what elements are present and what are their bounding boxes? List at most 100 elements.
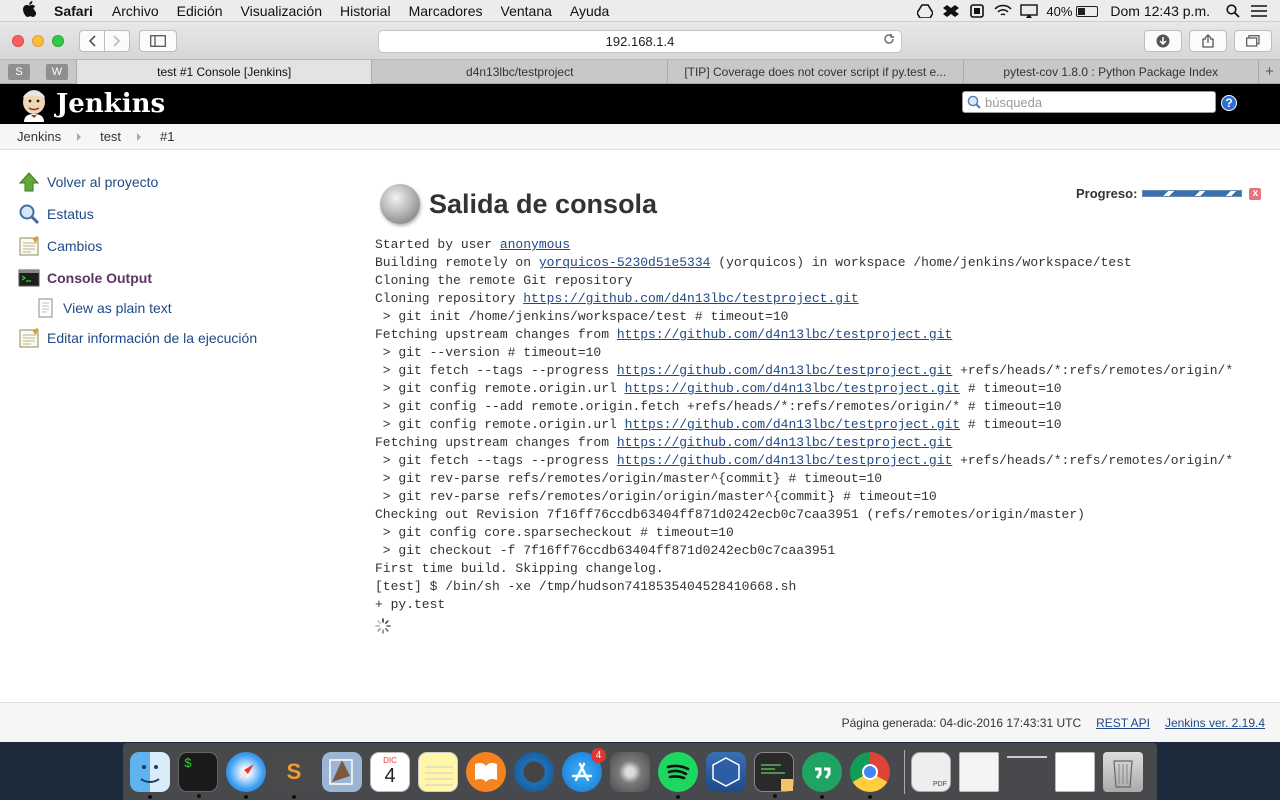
console-app-icon[interactable] xyxy=(754,751,794,798)
menu-marcadores[interactable]: Marcadores xyxy=(409,3,483,19)
sidebar-item-label[interactable]: Volver al proyecto xyxy=(47,174,158,190)
share-button[interactable] xyxy=(1189,30,1227,52)
repo-link[interactable]: https://github.com/d4n13lbc/testproject.… xyxy=(617,363,952,378)
menubar-clock[interactable]: Dom 12:43 p.m. xyxy=(1110,3,1210,19)
address-bar[interactable]: 192.168.1.4 xyxy=(378,30,902,53)
sublime-text-icon[interactable]: S xyxy=(274,751,314,799)
minimize-window-button[interactable] xyxy=(32,35,44,47)
jenkins-version-link[interactable]: Jenkins ver. 2.19.4 xyxy=(1165,716,1265,730)
sidebar-item-label[interactable]: Editar información de la ejecución xyxy=(47,330,257,346)
ibooks-icon[interactable] xyxy=(466,751,506,792)
close-window-button[interactable] xyxy=(12,35,24,47)
hangouts-icon[interactable] xyxy=(802,751,842,799)
menu-archivo[interactable]: Archivo xyxy=(112,3,159,19)
apple-menu-icon[interactable] xyxy=(20,0,38,21)
safari-icon[interactable] xyxy=(226,751,266,799)
system-preferences-icon[interactable] xyxy=(610,751,650,792)
spotlight-search-icon[interactable] xyxy=(1224,4,1242,18)
jenkins-header: Jenkins ? xyxy=(0,84,1280,124)
zoom-window-button[interactable] xyxy=(52,35,64,47)
console-line: > git --version # timeout=10 xyxy=(375,345,602,360)
tab-bar: S W test #1 Console [Jenkins] d4n13lbc/t… xyxy=(0,60,1280,84)
sidebar-item-edit-build-info[interactable]: Editar información de la ejecución xyxy=(18,322,338,354)
dropbox-icon[interactable] xyxy=(942,4,960,18)
sidebar-item-label[interactable]: Estatus xyxy=(47,206,94,222)
quicktime-icon[interactable] xyxy=(514,751,554,792)
sidebar-item-label[interactable]: View as plain text xyxy=(63,300,172,316)
jenkins-logo[interactable]: Jenkins xyxy=(18,86,165,122)
menu-ventana[interactable]: Ventana xyxy=(501,3,552,19)
sidebar: Volver al proyecto Estatus Cambios Conso… xyxy=(18,166,338,354)
menu-historial[interactable]: Historial xyxy=(340,3,391,19)
tab-jenkins-console[interactable]: test #1 Console [Jenkins] xyxy=(75,60,372,84)
search-input[interactable] xyxy=(985,94,1205,110)
spotify-icon[interactable] xyxy=(658,751,698,799)
repo-link[interactable]: https://github.com/d4n13lbc/testproject.… xyxy=(617,327,952,342)
screenshot-thumbnail-icon[interactable] xyxy=(1007,755,1047,796)
repo-link[interactable]: https://github.com/d4n13lbc/testproject.… xyxy=(617,435,952,450)
chrome-icon[interactable] xyxy=(850,751,890,799)
sidebar-item-label[interactable]: Cambios xyxy=(47,238,102,254)
breadcrumb-separator-icon[interactable] xyxy=(77,132,82,141)
pinned-tab[interactable]: W xyxy=(45,64,68,80)
running-indicator xyxy=(773,793,777,798)
tab-coverage-tip[interactable]: [TIP] Coverage does not cover script if … xyxy=(667,60,963,84)
search-box[interactable] xyxy=(962,91,1216,113)
tabs-icon xyxy=(1246,35,1260,47)
new-tab-button[interactable]: + xyxy=(1258,60,1280,83)
terminal-app-icon[interactable]: $ xyxy=(178,751,218,798)
airplay-icon[interactable] xyxy=(1020,4,1039,18)
finder-icon[interactable] xyxy=(130,751,170,799)
help-icon[interactable]: ? xyxy=(1221,95,1237,111)
sidebar-item-status[interactable]: Estatus xyxy=(18,198,338,230)
repo-link[interactable]: https://github.com/d4n13lbc/testproject.… xyxy=(523,291,858,306)
tab-overview-button[interactable] xyxy=(1234,30,1272,52)
screenshot-thumbnail-icon[interactable] xyxy=(1055,751,1095,792)
menu-edicion[interactable]: Edición xyxy=(177,3,223,19)
running-indicator xyxy=(148,794,152,799)
repo-link[interactable]: https://github.com/d4n13lbc/testproject.… xyxy=(625,381,960,396)
console-line: Checking out Revision 7f16ff76ccdb63404f… xyxy=(375,507,1085,522)
tab-testproject[interactable]: d4n13lbc/testproject xyxy=(371,60,667,84)
menu-ayuda[interactable]: Ayuda xyxy=(570,3,609,19)
back-button[interactable] xyxy=(79,30,105,52)
virtualbox-icon[interactable] xyxy=(706,751,746,792)
google-drive-icon[interactable] xyxy=(916,4,934,18)
stop-build-button[interactable]: x xyxy=(1249,187,1262,200)
screenshot-thumbnail-icon[interactable] xyxy=(959,751,999,792)
tab-pytest-cov[interactable]: pytest-cov 1.8.0 : Python Package Index xyxy=(962,60,1259,84)
console-line: [test] $ /bin/sh -xe /tmp/hudson74185354… xyxy=(375,579,797,594)
reload-icon[interactable] xyxy=(883,33,895,48)
app-tray-icon[interactable] xyxy=(968,4,986,18)
sidebar-item-changes[interactable]: Cambios xyxy=(18,230,338,262)
node-link[interactable]: yorquicos-5230d51e5334 xyxy=(539,255,711,270)
sidebar-item-label[interactable]: Console Output xyxy=(47,270,152,286)
battery-icon[interactable] xyxy=(1076,5,1099,17)
pinned-tab[interactable]: S xyxy=(8,64,30,80)
user-link[interactable]: anonymous xyxy=(500,237,570,252)
sidebar-item-plain-text[interactable]: View as plain text xyxy=(18,294,338,322)
app-store-icon[interactable]: 4 xyxy=(562,747,606,792)
downloads-button[interactable] xyxy=(1144,30,1182,52)
sidebar-item-console-output[interactable]: Console Output xyxy=(18,262,338,294)
breadcrumb-jenkins[interactable]: Jenkins xyxy=(17,129,61,144)
wifi-icon[interactable] xyxy=(994,4,1012,18)
mail-icon[interactable] xyxy=(322,751,362,792)
forward-button[interactable] xyxy=(104,30,130,52)
breadcrumb-test[interactable]: test xyxy=(100,129,121,144)
menu-safari[interactable]: Safari xyxy=(54,3,93,19)
menu-visualizacion[interactable]: Visualización xyxy=(241,3,322,19)
sidebar-item-back-to-project[interactable]: Volver al proyecto xyxy=(18,166,338,198)
repo-link[interactable]: https://github.com/d4n13lbc/testproject.… xyxy=(625,417,960,432)
notification-center-icon[interactable] xyxy=(1250,4,1268,18)
calendar-icon[interactable]: DIC 4 xyxy=(370,751,410,792)
breadcrumb-separator-icon[interactable] xyxy=(137,132,142,141)
pdf-document-icon[interactable]: PDF xyxy=(911,751,951,792)
trash-icon[interactable] xyxy=(1103,751,1143,792)
running-indicator xyxy=(676,794,680,799)
repo-link[interactable]: https://github.com/d4n13lbc/testproject.… xyxy=(617,453,952,468)
sidebar-toggle-button[interactable] xyxy=(139,30,177,52)
notes-icon[interactable] xyxy=(418,751,458,792)
breadcrumb-build-1[interactable]: #1 xyxy=(160,129,174,144)
rest-api-link[interactable]: REST API xyxy=(1096,716,1150,730)
